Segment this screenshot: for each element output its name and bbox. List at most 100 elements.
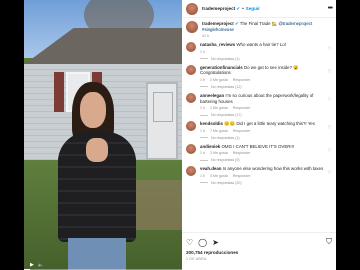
play-icon[interactable]: ▶: [30, 262, 34, 268]
share-icon[interactable]: ➤: [212, 238, 219, 247]
comment-username[interactable]: generationfinancials: [200, 65, 243, 70]
avatar[interactable]: [186, 121, 196, 132]
view-replies-button[interactable]: No respuestas (1): [200, 136, 328, 140]
post-date: 1 DE ABRIL: [186, 257, 208, 261]
video-player[interactable]: ▶ 🔈: [24, 0, 182, 270]
comment-username[interactable]: andieniek: [200, 144, 220, 149]
comment-body: generationfinancials Do we get to see in…: [200, 65, 328, 89]
heart-icon[interactable]: ♡: [186, 238, 193, 247]
heart-outline-icon[interactable]: ♡: [328, 170, 332, 176]
comment-text-line: andieniek OMG I CAN'T BELIEVE IT'S OVER!…: [200, 144, 328, 150]
action-bar: ♡ ◯ ➤ ⛉: [186, 236, 332, 248]
comment-item: andieniek OMG I CAN'T BELIEVE IT'S OVER!…: [186, 143, 332, 163]
comment-reply-button[interactable]: Responder: [233, 151, 251, 155]
comment-likes[interactable]: 3 Me gusta: [210, 174, 228, 178]
person-hands: [86, 138, 108, 162]
comment-username[interactable]: kendsoldis: [200, 121, 223, 126]
comment-username[interactable]: anneelegan: [200, 93, 224, 98]
caption-meta: 41 h: [202, 34, 332, 38]
views-count: 200,754 reproducciones: [186, 250, 239, 255]
comment-time: 1 h: [200, 128, 205, 133]
comment-text: 😊😊 Did I get a little teary watching thi…: [224, 121, 315, 127]
heart-outline-icon[interactable]: ♡: [328, 97, 332, 103]
comment-item: anneelegan I'm so curious about the pape…: [186, 92, 332, 117]
view-replies-button[interactable]: No respuestas (17): [200, 113, 328, 117]
comment-likes[interactable]: 3 Me gusta: [210, 151, 228, 155]
comment-time: 1 h: [200, 151, 205, 156]
comment-reply-button[interactable]: Responder: [233, 174, 251, 178]
comment-meta: 1 h 2 Me gusta Responder: [200, 78, 328, 82]
comment-body: anneelegan I'm so curious about the pape…: [200, 93, 328, 117]
comment-text-line: veah.dean Is anyone else wondering how t…: [200, 166, 328, 172]
comment-body: kendsoldis 😊😊 Did I get a little teary w…: [200, 121, 328, 140]
avatar[interactable]: [186, 21, 198, 33]
comment-reply-button[interactable]: Responder: [233, 78, 251, 82]
post-footer: ♡ ◯ ➤ ⛉ 200,754 reproducciones 1 DE ABRI…: [182, 232, 336, 270]
comment-username[interactable]: veah.dean: [200, 166, 221, 171]
comment-text-line: natasha_reviews Who wants a hair tie? Lo…: [200, 42, 328, 48]
avatar[interactable]: [186, 64, 196, 75]
comment-body: andieniek OMG I CAN'T BELIEVE IT'S OVER!…: [200, 144, 328, 163]
comment-text: Is anyone else wondering how this works …: [222, 166, 324, 172]
comment-icon[interactable]: ◯: [198, 238, 207, 247]
avatar[interactable]: [186, 166, 196, 177]
heart-outline-icon[interactable]: ♡: [328, 46, 332, 52]
caption-text-line: trademeproject ✔ The Final Trade 🏡 @trad…: [202, 21, 332, 32]
comment-time: 1 h: [200, 106, 205, 111]
view-replies-button[interactable]: No respuestas (1): [200, 57, 328, 61]
comment-text: Who wants a hair tie? Lol: [236, 42, 286, 48]
comment-body: veah.dean Is anyone else wondering how t…: [200, 166, 328, 185]
comment-reply-button[interactable]: Responder: [233, 129, 251, 133]
bookmark-icon[interactable]: ⛉: [326, 237, 332, 247]
comment-container: natasha_reviews Who wants a hair tie? Lo…: [186, 42, 332, 185]
avatar[interactable]: [186, 143, 196, 154]
video-scene-door: [146, 82, 178, 160]
view-replies-button[interactable]: No respuestas (20): [200, 181, 328, 185]
avatar[interactable]: [186, 92, 196, 103]
person-jeans: [68, 238, 126, 270]
caption-time: 41 h: [202, 34, 209, 39]
caption-username[interactable]: trademeproject: [202, 21, 234, 26]
heart-outline-icon[interactable]: ♡: [328, 125, 332, 131]
post-modal: ▶ 🔈 trademeproject ✔ • Seguir ••• tradem…: [24, 0, 336, 270]
caption-verified-icon: ✔: [234, 21, 239, 26]
comment-item: veah.dean Is anyone else wondering how t…: [186, 166, 332, 185]
avatar[interactable]: [186, 2, 198, 15]
comment-body: natasha_reviews Who wants a hair tie? Lo…: [200, 42, 328, 61]
person-face: [80, 92, 106, 128]
comment-item: kendsoldis 😊😊 Did I get a little teary w…: [186, 121, 332, 140]
comment-meta: 1 h 7 Me gusta Responder: [200, 129, 328, 133]
comments-list[interactable]: trademeproject ✔ The Final Trade 🏡 @trad…: [182, 18, 336, 232]
post-caption: trademeproject ✔ The Final Trade 🏡 @trad…: [186, 21, 332, 38]
comment-likes[interactable]: 7 Me gusta: [210, 129, 228, 133]
separator-dot: •: [242, 6, 244, 11]
header-username[interactable]: trademeproject: [202, 6, 235, 11]
comment-username[interactable]: natasha_reviews: [200, 42, 235, 47]
view-replies-button[interactable]: No respuestas (5): [200, 158, 328, 162]
post-side-panel: trademeproject ✔ • Seguir ••• trademepro…: [182, 0, 336, 270]
comment-likes[interactable]: 1 Me gusta: [210, 106, 228, 110]
volume-icon[interactable]: 🔈: [38, 262, 44, 268]
heart-outline-icon[interactable]: ♡: [328, 148, 332, 154]
comment-item: natasha_reviews Who wants a hair tie? Lo…: [186, 42, 332, 61]
comment-text-line: generationfinancials Do we get to see in…: [200, 65, 328, 76]
comment-meta: 1 h 1 Me gusta Responder: [200, 106, 328, 110]
caption-body: trademeproject ✔ The Final Trade 🏡 @trad…: [202, 21, 332, 38]
comment-time: 1 h: [200, 49, 205, 54]
view-replies-button[interactable]: No respuestas (12): [200, 85, 328, 89]
follow-button[interactable]: Seguir: [246, 6, 260, 11]
comment-meta: 1 h 3 Me gusta Responder: [200, 174, 328, 178]
comment-likes[interactable]: 2 Me gusta: [210, 78, 228, 82]
avatar[interactable]: [186, 42, 196, 53]
comment-text: OMG I CAN'T BELIEVE IT'S OVER!!!: [221, 143, 295, 149]
comment-time: 1 h: [200, 77, 205, 82]
comment-text-line: kendsoldis 😊😊 Did I get a little teary w…: [200, 121, 328, 127]
more-horizontal-icon[interactable]: •••: [328, 5, 333, 12]
comment-reply-button[interactable]: Responder: [233, 106, 251, 110]
caption-hashtag[interactable]: #singlehomeuse: [202, 27, 234, 32]
caption-mention[interactable]: @trademeproject: [278, 21, 312, 26]
comment-time: 1 h: [200, 173, 205, 178]
comment-text-line: anneelegan I'm so curious about the pape…: [200, 93, 328, 104]
heart-outline-icon[interactable]: ♡: [328, 69, 332, 75]
comment-meta: 1 h: [200, 50, 328, 54]
